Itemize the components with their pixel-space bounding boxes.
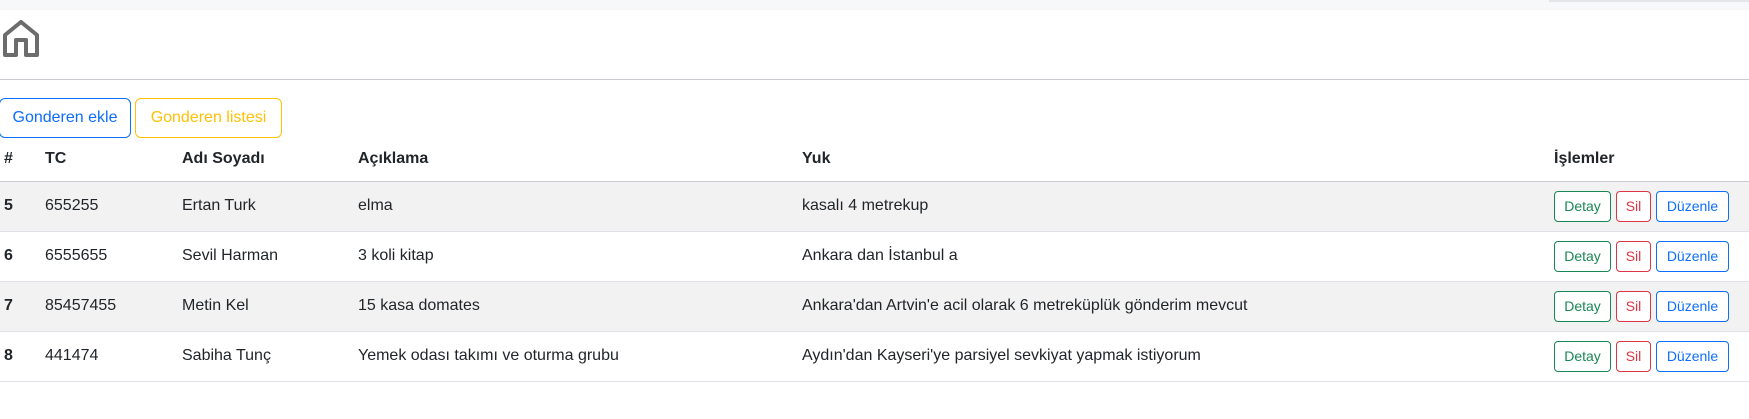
header-tc: TC	[45, 138, 182, 182]
row-description: elma	[358, 197, 393, 214]
row-description: 15 kasa domates	[358, 297, 480, 314]
row-load: Ankara'dan Artvin'e acil olarak 6 metrek…	[802, 297, 1248, 314]
header-divider	[0, 79, 1749, 80]
sender-list-button[interactable]: Gonderen listesi	[135, 98, 282, 138]
row-number: 7	[4, 297, 13, 314]
header-name: Adı Soyadı	[182, 138, 358, 182]
delete-button[interactable]: Sil	[1616, 340, 1651, 372]
edit-button[interactable]: Düzenle	[1656, 240, 1729, 272]
row-name: Sabiha Tunç	[182, 347, 271, 364]
detail-button[interactable]: Detay	[1554, 190, 1611, 222]
header-actions: İşlemler	[1554, 138, 1749, 182]
row-tc: 6555655	[45, 247, 108, 264]
row-actions: Detay Sil Düzenle	[1554, 231, 1749, 281]
row-name: Sevil Harman	[182, 247, 279, 264]
header-description: Açıklama	[358, 138, 802, 182]
top-bar	[0, 0, 1749, 10]
delete-button[interactable]: Sil	[1616, 290, 1651, 322]
table-row: 6 6555655 Sevil Harman 3 koli kitap Anka…	[0, 231, 1749, 281]
delete-button[interactable]: Sil	[1616, 190, 1651, 222]
row-actions: Detay Sil Düzenle	[1554, 281, 1749, 331]
row-actions: Detay Sil Düzenle	[1554, 181, 1749, 231]
table-row: 5 655255 Ertan Turk elma kasalı 4 metrek…	[0, 181, 1749, 231]
delete-button[interactable]: Sil	[1616, 240, 1651, 272]
detail-button[interactable]: Detay	[1554, 340, 1611, 372]
row-number: 5	[4, 197, 13, 214]
table-header-row: # TC Adı Soyadı Açıklama Yuk İşlemler	[0, 138, 1749, 182]
row-tc: 441474	[45, 347, 99, 364]
header-number: #	[0, 138, 45, 182]
row-load: kasalı 4 metrekup	[802, 197, 929, 214]
detail-button[interactable]: Detay	[1554, 240, 1611, 272]
table-row: 8 441474 Sabiha Tunç Yemek odası takımı …	[0, 331, 1749, 381]
row-load: Aydın'dan Kayseri'ye parsiyel sevkiyat y…	[802, 347, 1201, 364]
home-icon[interactable]	[2, 18, 40, 58]
senders-table: # TC Adı Soyadı Açıklama Yuk İşlemler 5 …	[0, 138, 1749, 382]
edit-button[interactable]: Düzenle	[1656, 290, 1729, 322]
row-tc: 85457455	[45, 297, 117, 314]
row-description: Yemek odası takımı ve oturma grubu	[358, 347, 619, 364]
top-bar-edge	[1549, 0, 1749, 2]
row-name: Metin Kel	[182, 297, 249, 314]
detail-button[interactable]: Detay	[1554, 290, 1611, 322]
row-number: 6	[4, 247, 13, 264]
header-load: Yuk	[802, 138, 1554, 182]
table-row: 7 85457455 Metin Kel 15 kasa domates Ank…	[0, 281, 1749, 331]
row-number: 8	[4, 347, 13, 364]
add-sender-button[interactable]: Gonderen ekle	[0, 98, 131, 138]
edit-button[interactable]: Düzenle	[1656, 340, 1729, 372]
row-name: Ertan Turk	[182, 197, 256, 214]
row-description: 3 koli kitap	[358, 247, 434, 264]
row-load: Ankara dan İstanbul a	[802, 247, 958, 264]
edit-button[interactable]: Düzenle	[1656, 190, 1729, 222]
row-tc: 655255	[45, 197, 99, 214]
row-actions: Detay Sil Düzenle	[1554, 331, 1749, 381]
